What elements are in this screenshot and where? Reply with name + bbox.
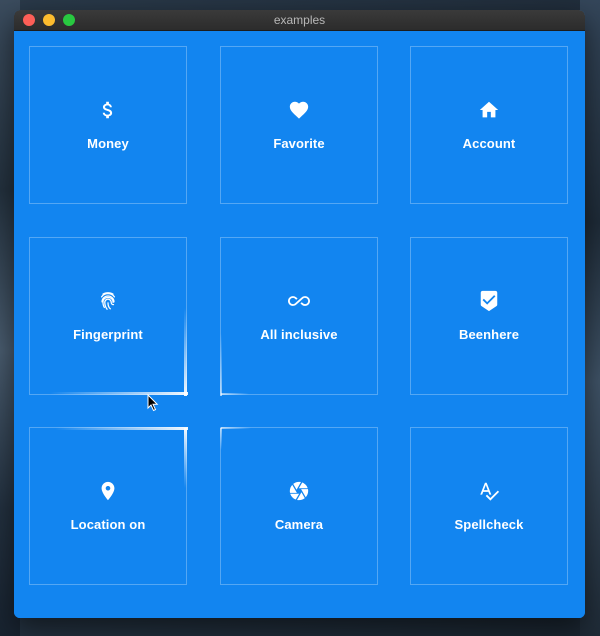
hover-glow-right: [184, 308, 187, 396]
tile-camera[interactable]: Camera: [220, 427, 378, 585]
hover-glow-top: [221, 427, 251, 429]
tile-favorite[interactable]: Favorite: [220, 46, 378, 204]
beenhere-icon: [478, 290, 500, 312]
tile-fingerprint[interactable]: Fingerprint: [29, 237, 188, 396]
dollar-icon: [97, 99, 119, 121]
tile-label: Location on: [70, 517, 146, 532]
hover-glow-right: [184, 428, 187, 488]
location-pin-icon: [97, 480, 119, 502]
hover-glow-bottom: [50, 392, 188, 395]
fingerprint-icon: [97, 290, 119, 312]
window-title: examples: [273, 13, 326, 27]
tile-label: Spellcheck: [454, 517, 524, 532]
hover-glow-bottom: [221, 393, 249, 395]
tile-location-on[interactable]: Location on: [29, 427, 188, 585]
tile-label: Favorite: [273, 136, 325, 151]
tile-all-inclusive[interactable]: All inclusive: [220, 237, 378, 396]
hover-glow-left: [220, 428, 222, 450]
tile-spellcheck[interactable]: Spellcheck: [410, 427, 568, 585]
tile-label: Account: [462, 136, 516, 151]
hover-glow-left: [220, 333, 222, 396]
tile-label: Beenhere: [458, 327, 520, 342]
tile-label: Fingerprint: [73, 327, 143, 342]
hover-glow-top: [55, 427, 188, 430]
heart-icon: [288, 99, 310, 121]
tile-money[interactable]: Money: [29, 46, 187, 204]
title-bar[interactable]: examples: [14, 10, 585, 31]
home-icon: [478, 99, 500, 121]
tile-label: All inclusive: [260, 327, 338, 342]
tile-label: Camera: [274, 517, 324, 532]
app-window: examples Money Favorite Account Fingerpr…: [14, 10, 585, 618]
spellcheck-icon: [478, 480, 500, 502]
tile-account[interactable]: Account: [410, 46, 568, 204]
camera-icon: [288, 480, 310, 502]
tile-label: Money: [87, 136, 129, 151]
tile-beenhere[interactable]: Beenhere: [410, 237, 568, 395]
tile-grid: Money Favorite Account Fingerprint All i…: [14, 31, 585, 618]
infinity-icon: [288, 290, 310, 312]
